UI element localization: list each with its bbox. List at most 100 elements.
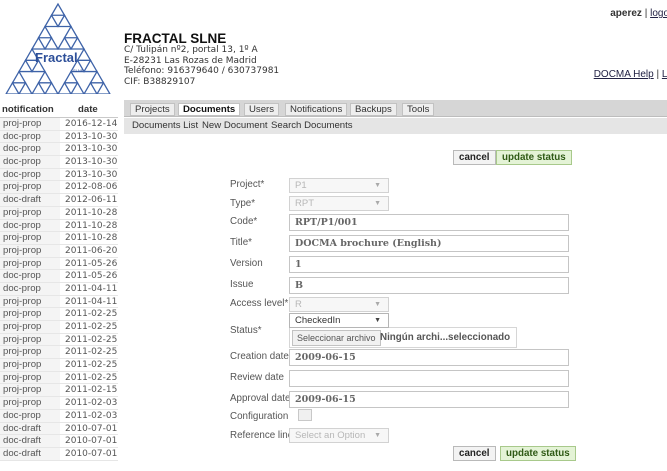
notification-date: 2011-10-28 bbox=[65, 207, 118, 218]
type-select[interactable]: RPT ▼ bbox=[289, 196, 389, 211]
notification-row[interactable]: proj-prop 2011-04-11 bbox=[0, 295, 118, 309]
notification-row[interactable]: proj-prop 2016-12-14 bbox=[0, 118, 118, 131]
creation-date-input[interactable]: 2009-06-15 bbox=[289, 349, 569, 366]
company-name: FRACTAL SLNE bbox=[124, 31, 227, 46]
notification-row[interactable]: doc-prop 2011-10-28 bbox=[0, 219, 118, 233]
username: aperez bbox=[610, 8, 642, 19]
extra-link[interactable]: Le bbox=[662, 69, 667, 80]
notification-type: doc-draft bbox=[0, 435, 60, 447]
sub-menu: Documents List New Document Search Docum… bbox=[124, 118, 667, 134]
review-date-input[interactable] bbox=[289, 370, 569, 387]
notification-row[interactable]: proj-prop 2011-02-25 bbox=[0, 371, 118, 385]
type-value: RPT bbox=[295, 198, 314, 209]
notification-date: 2011-04-11 bbox=[65, 283, 118, 294]
notification-row[interactable]: doc-prop 2013-10-30 bbox=[0, 143, 118, 157]
notification-row[interactable]: proj-prop 2012-08-06 bbox=[0, 181, 118, 195]
notification-row[interactable]: proj-prop 2011-10-28 bbox=[0, 206, 118, 220]
notification-row[interactable]: doc-prop 2011-05-26 bbox=[0, 270, 118, 283]
title-input[interactable]: DOCMA brochure (English) bbox=[289, 235, 569, 252]
chevron-down-icon: ▼ bbox=[374, 301, 381, 308]
project-select[interactable]: P1 ▼ bbox=[289, 178, 389, 193]
chevron-down-icon: ▼ bbox=[374, 182, 381, 189]
update-status-button[interactable]: update status bbox=[496, 150, 572, 165]
notification-date: 2011-06-20 bbox=[65, 245, 118, 256]
cancel-button-bottom[interactable]: cancel bbox=[453, 446, 496, 461]
notification-date: 2011-02-25 bbox=[65, 347, 118, 358]
notification-type: proj-prop bbox=[0, 359, 60, 371]
tab-tools[interactable]: Tools bbox=[402, 103, 435, 116]
notification-date: 2011-05-26 bbox=[65, 258, 118, 269]
notification-type: proj-prop bbox=[0, 384, 60, 397]
logo-subtext: SLNE bbox=[73, 68, 84, 73]
status-value: CheckedIn bbox=[295, 315, 341, 326]
notification-type: proj-prop bbox=[0, 308, 60, 320]
tab-documents[interactable]: Documents bbox=[178, 103, 241, 116]
status-label: Status* bbox=[230, 325, 262, 336]
update-status-button-bottom[interactable]: update status bbox=[500, 446, 576, 461]
user-separator: | bbox=[641, 8, 651, 19]
notification-row[interactable]: proj-prop 2011-06-20 bbox=[0, 244, 118, 258]
notification-date: 2011-02-25 bbox=[65, 309, 118, 320]
tab-notifications[interactable]: Notifications bbox=[285, 103, 348, 116]
notification-date: 2011-02-03 bbox=[65, 398, 118, 409]
notification-row[interactable]: proj-prop 2011-02-25 bbox=[0, 346, 118, 360]
notification-row[interactable]: proj-prop 2011-02-25 bbox=[0, 359, 118, 372]
notification-type: proj-prop bbox=[0, 333, 60, 346]
search-documents-link[interactable]: Search Documents bbox=[271, 118, 353, 134]
notification-row[interactable]: doc-prop 2013-10-30 bbox=[0, 156, 118, 169]
notification-row[interactable]: doc-prop 2011-02-03 bbox=[0, 409, 118, 423]
documents-list-link[interactable]: Documents List bbox=[132, 118, 198, 134]
notification-row[interactable]: proj-prop 2011-05-26 bbox=[0, 257, 118, 271]
tab-backups[interactable]: Backups bbox=[350, 103, 397, 116]
configuration-checkbox[interactable] bbox=[298, 409, 312, 421]
access-level-select[interactable]: R ▼ bbox=[289, 297, 389, 312]
reference-line-select[interactable]: Select an Option ▼ bbox=[289, 428, 389, 443]
notification-date: 2013-10-30 bbox=[65, 157, 118, 168]
configuration-label: Configuration bbox=[230, 411, 289, 422]
notification-row[interactable]: doc-draft 2010-07-01 bbox=[0, 435, 118, 448]
approval-date-input[interactable]: 2009-06-15 bbox=[289, 391, 569, 408]
logo-text: Fractal bbox=[35, 50, 78, 65]
notification-date: 2016-12-14 bbox=[65, 119, 118, 129]
notification-date: 2011-02-25 bbox=[65, 372, 118, 383]
notification-type: proj-prop bbox=[0, 371, 60, 384]
notification-date: 2011-02-25 bbox=[65, 334, 118, 345]
chevron-down-icon: ▼ bbox=[374, 200, 381, 207]
notification-type: doc-prop bbox=[0, 270, 60, 282]
notification-type: doc-draft bbox=[0, 447, 60, 460]
issue-input[interactable]: B bbox=[289, 277, 569, 294]
notification-row[interactable]: doc-draft 2012-06-11 bbox=[0, 194, 118, 207]
docma-help-link[interactable]: DOCMA Help bbox=[594, 69, 654, 80]
tab-users[interactable]: Users bbox=[244, 103, 280, 116]
notification-row[interactable]: doc-draft 2010-07-01 bbox=[0, 422, 118, 436]
notification-type: doc-prop bbox=[0, 130, 60, 143]
notification-date: 2010-07-01 bbox=[65, 448, 118, 459]
notification-row[interactable]: doc-prop 2011-04-11 bbox=[0, 282, 118, 296]
reference-line-label: Reference line bbox=[230, 430, 294, 441]
notification-row[interactable]: proj-prop 2011-10-28 bbox=[0, 232, 118, 245]
file-select-button[interactable]: Seleccionar archivo bbox=[292, 330, 381, 346]
tab-projects[interactable]: Projects bbox=[130, 103, 175, 116]
notification-date: 2011-10-28 bbox=[65, 233, 118, 244]
notification-row[interactable]: doc-prop 2013-10-30 bbox=[0, 168, 118, 182]
notification-row[interactable]: proj-prop 2011-02-03 bbox=[0, 397, 118, 410]
new-document-link[interactable]: New Document bbox=[202, 118, 268, 134]
company-address-1: C/ Tulipán nº2, portal 13, 1º A bbox=[124, 45, 258, 56]
code-input[interactable]: RPT/P1/001 bbox=[289, 214, 569, 231]
version-input[interactable]: 1 bbox=[289, 256, 569, 273]
notification-row[interactable]: proj-prop 2011-02-15 bbox=[0, 384, 118, 398]
logout-link[interactable]: logo bbox=[650, 8, 667, 19]
company-cif: CIF: B38829107 bbox=[124, 76, 196, 87]
notification-type: proj-prop bbox=[0, 206, 60, 219]
company-info: FRACTAL SLNE C/ Tulipán nº2, portal 13, … bbox=[124, 31, 279, 87]
notification-row[interactable]: proj-prop 2011-02-25 bbox=[0, 321, 118, 334]
notification-row[interactable]: doc-prop 2013-10-30 bbox=[0, 130, 118, 144]
notification-row[interactable]: proj-prop 2011-02-25 bbox=[0, 308, 118, 321]
notification-type: doc-prop bbox=[0, 219, 60, 232]
notification-row[interactable]: doc-draft 2010-07-01 bbox=[0, 447, 118, 461]
notification-date: 2013-10-30 bbox=[65, 144, 118, 155]
chevron-down-icon: ▼ bbox=[374, 432, 381, 439]
status-select[interactable]: CheckedIn ▼ bbox=[289, 313, 389, 328]
cancel-button[interactable]: cancel bbox=[453, 150, 496, 165]
notification-row[interactable]: proj-prop 2011-02-25 bbox=[0, 333, 118, 347]
